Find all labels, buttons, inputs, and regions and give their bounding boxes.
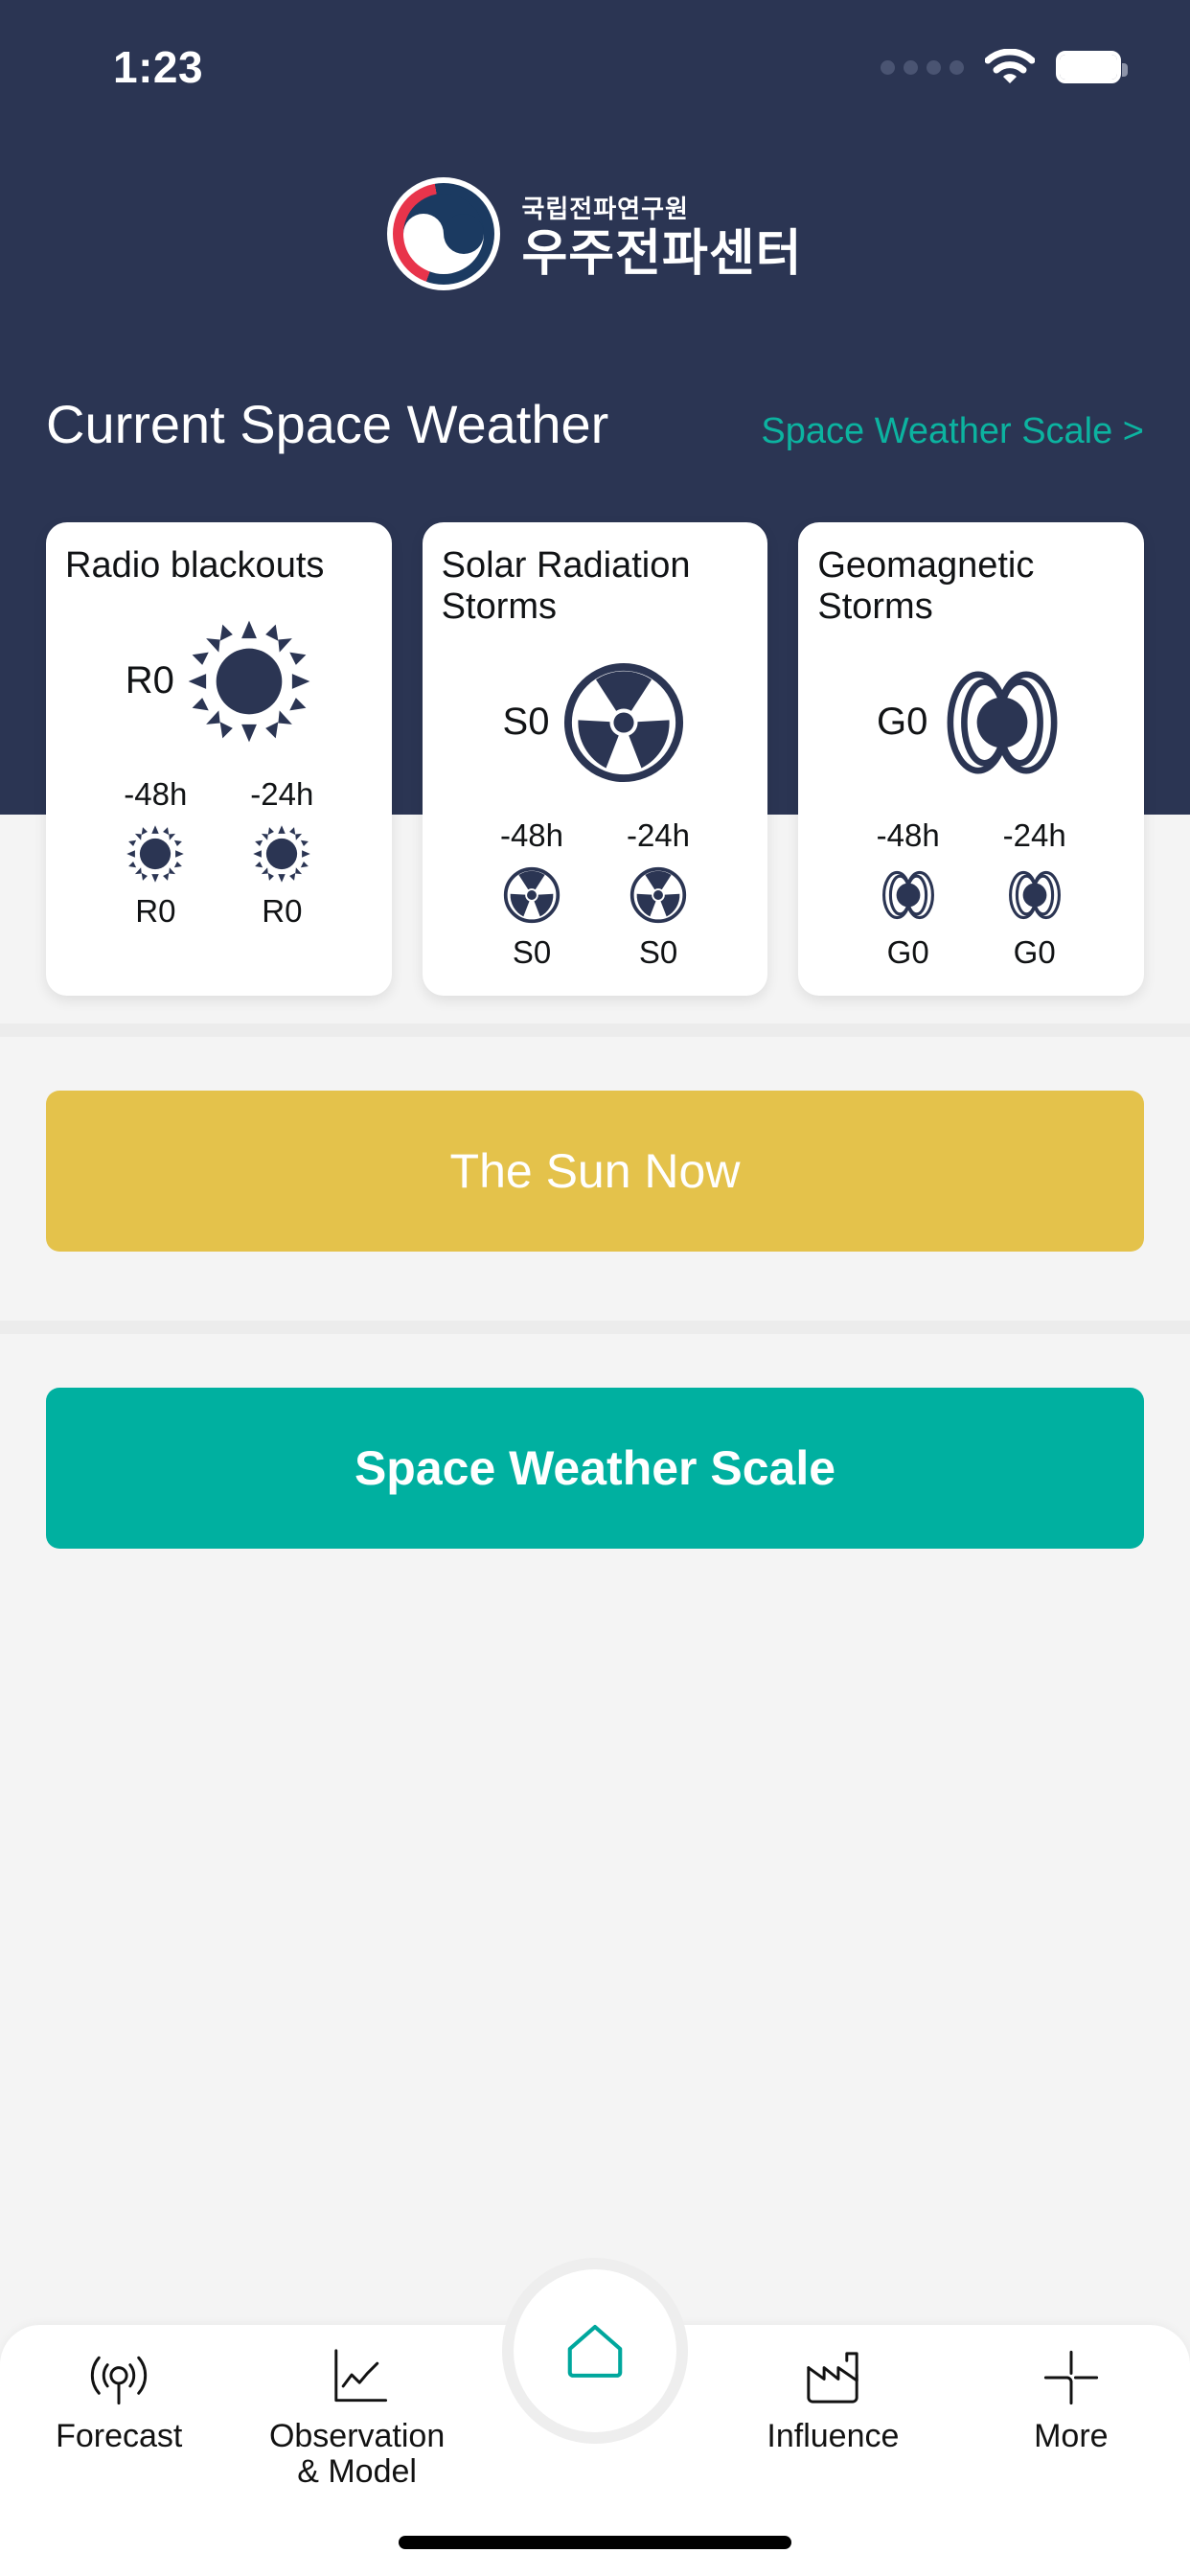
card-radio-blackouts[interactable]: Radio blackouts R0 -48h -24h R0 R0 [46,522,392,996]
page-title: Current Space Weather [46,394,609,454]
current-level-label: G0 [877,701,928,744]
magnetosphere-icon [947,671,1058,774]
history-headers: -48h -24h [812,817,1131,854]
section-divider [0,1321,1190,1334]
nav-item-more[interactable]: More [952,2325,1190,2454]
history-level: G0 [1013,933,1056,970]
history-icons [59,824,378,884]
card-geomagnetic-storms[interactable]: Geomagnetic Storms G0 -48h -24h G0 G0 [798,522,1145,996]
agency-name: 국립전파연구원 [521,194,689,223]
status-bar-clock: 1:23 [113,42,204,92]
card-current-status: S0 [436,641,755,804]
nav-item-label: Influence [767,2418,900,2454]
history-header: -48h [499,816,564,853]
history-header: -48h [124,775,188,812]
space-weather-scale-link[interactable]: Space Weather Scale > [761,411,1144,452]
card-title: Solar Radiation Storms [441,545,691,627]
radiation-icon [564,662,684,782]
status-bar: 1:23 [0,0,1190,134]
history-headers: -48h -24h [59,776,378,813]
space-weather-cards: Radio blackouts R0 -48h -24h R0 R0 Solar… [0,522,1190,996]
broadcast-antenna-icon [83,2342,154,2413]
line-chart-icon [322,2342,393,2413]
home-indicator-bar [399,2536,791,2549]
app-root: 1:23 국립전파연구원 우주전파센터 Current Space Weathe… [0,0,1190,2576]
history-icons [812,865,1131,925]
status-bar-icons [881,49,1128,85]
card-current-status: G0 [812,641,1131,804]
history-level: R0 [135,892,176,929]
current-level-label: R0 [125,659,174,702]
magnetosphere-icon [881,870,934,919]
history-headers: -48h -24h [436,817,755,854]
history-header: -24h [626,816,691,853]
history-header: -24h [1002,816,1066,853]
home-icon [556,2310,634,2393]
wifi-icon [985,49,1035,83]
section-header: Current Space Weather Space Weather Scal… [0,393,1190,455]
history-level: G0 [886,933,929,970]
nav-item-observation-and-model[interactable]: Observation & Model [238,2325,475,2491]
current-level-label: S0 [502,701,550,744]
korea-government-taegeuk-logo [387,177,501,290]
nav-item-forecast[interactable]: Forecast [0,2325,238,2454]
history-levels: G0 G0 [812,934,1131,971]
card-current-status: R0 [59,600,378,763]
signal-dots-icon [881,59,964,75]
the-sun-now-button[interactable]: The Sun Now [46,1091,1144,1252]
card-title: Geomagnetic Storms [817,545,1035,627]
history-level: S0 [512,933,552,970]
factory-icon [797,2342,868,2413]
card-solar-radiation-storms[interactable]: Solar Radiation Storms S0 -48h -24h S0 S… [422,522,768,996]
history-header: -48h [876,816,940,853]
magnetosphere-icon [1008,870,1061,919]
nav-item-label: Forecast [56,2418,183,2454]
center-name: 우주전파센터 [521,225,803,282]
sun-icon [126,825,185,883]
bottom-navigation: Forecast Observation & Model Influence M… [0,2269,1190,2576]
history-header: -24h [250,775,314,812]
history-icons [436,865,755,925]
sun-icon [188,620,310,743]
nav-item-label: More [1034,2418,1109,2454]
radiation-icon [503,866,561,924]
history-level: R0 [262,892,303,929]
history-level: S0 [638,933,678,970]
space-weather-scale-button[interactable]: Space Weather Scale [46,1388,1144,1549]
card-title: Radio blackouts [65,545,325,586]
history-levels: S0 S0 [436,934,755,971]
crosshair-plus-icon [1036,2342,1107,2413]
history-levels: R0 R0 [59,893,378,930]
section-divider [0,1024,1190,1037]
radiation-icon [629,866,687,924]
brand-logo: 국립전파연구원 우주전파센터 [0,177,1190,290]
sun-icon [253,825,311,883]
nav-item-influence[interactable]: Influence [714,2325,951,2454]
battery-full-icon [1056,51,1128,83]
nav-item-home[interactable] [514,2269,676,2432]
nav-item-label: Observation & Model [268,2418,446,2491]
